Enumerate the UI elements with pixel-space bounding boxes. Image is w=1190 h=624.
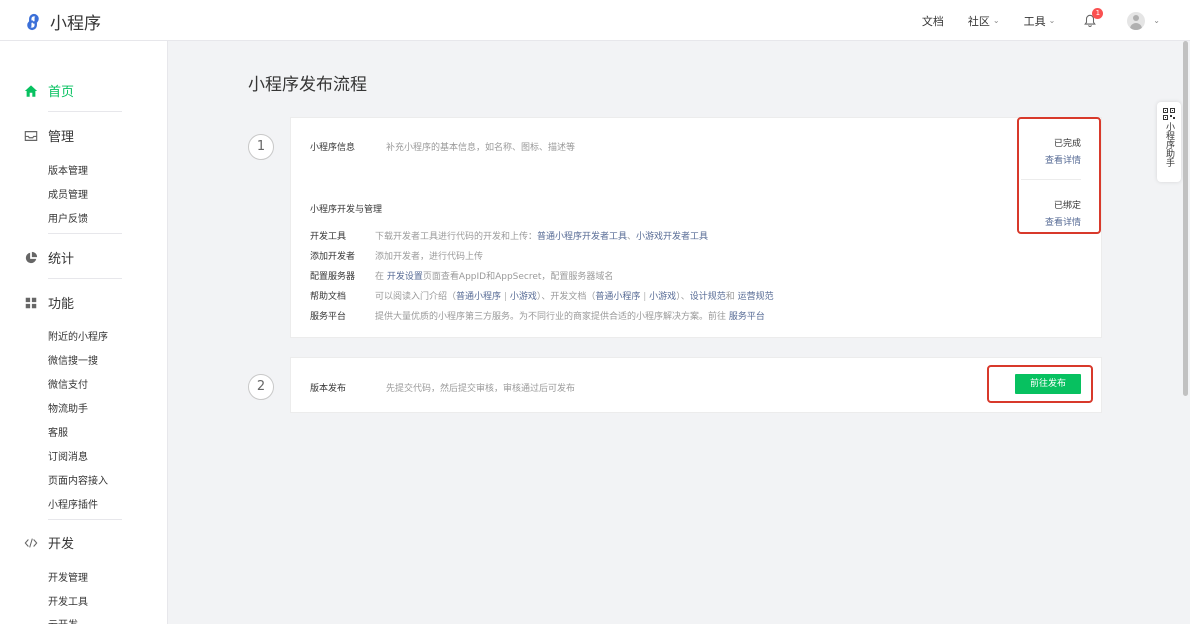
dev-manage-label: 小程序开发与管理 (310, 205, 383, 215)
top-header: 小程序 文档 社区 ⌄ 工具 ⌄ 1 ⌄ (0, 0, 1190, 41)
server-desc: 在 开发设置页面查看AppID和AppSecret，配置服务器域名 (375, 269, 613, 282)
logo-text: 小程序 (50, 14, 101, 34)
help-text: ）、开发文档（ (536, 292, 596, 302)
chevron-down-icon[interactable]: ⌄ (1153, 16, 1160, 25)
help-text: ）、 (676, 292, 690, 302)
divider (48, 519, 122, 520)
dev-tools-label: 开发工具 (310, 232, 347, 242)
chevron-down-icon: ⌄ (992, 16, 1000, 25)
intro-game-link[interactable]: 小游戏 (510, 292, 537, 302)
sidebar-group-features[interactable]: 功能 (24, 293, 74, 312)
service-desc: 提供大量优质的小程序第三方服务。为不同行业的商家提供合适的小程序解决方案。前往 … (375, 309, 765, 322)
scrollbar[interactable] (1183, 41, 1188, 396)
help-text: 和 (725, 292, 735, 302)
server-text-pre: 在 (375, 272, 385, 282)
home-icon (24, 84, 38, 97)
divider (48, 278, 122, 279)
release-desc: 先提交代码，然后提交审核，审核通过后可发布 (386, 384, 576, 394)
sidebar: 首页 管理 版本管理 成员管理 用户反馈 统计 功能 附近的小程序 微信搜一搜 … (0, 41, 168, 624)
assistant-label: 小程序助手 (1164, 122, 1174, 167)
sidebar-item-label: 统计 (48, 252, 75, 267)
intro-normal-link[interactable]: 普通小程序 (456, 292, 501, 302)
sidebar-item-members[interactable]: 成员管理 (48, 186, 88, 201)
divider (48, 111, 122, 112)
chevron-down-icon: ⌄ (1048, 16, 1056, 25)
nav-tools[interactable]: 工具 ⌄ (1024, 13, 1056, 29)
sidebar-item-dev-tools[interactable]: 开发工具 (48, 593, 88, 608)
step2-card: 版本发布 先提交代码，然后提交审核，审核通过后可发布 (290, 357, 1102, 413)
nav-community[interactable]: 社区 ⌄ (968, 13, 1000, 29)
sidebar-group-dev[interactable]: 开发 (24, 533, 74, 552)
sidebar-group-label: 功能 (48, 297, 75, 312)
miniprogram-logo-icon (27, 13, 39, 30)
server-label: 配置服务器 (310, 272, 356, 282)
sidebar-item-home[interactable]: 首页 (24, 81, 74, 100)
service-platform-link[interactable]: 服务平台 (729, 312, 765, 322)
sidebar-item-nearby[interactable]: 附近的小程序 (48, 328, 108, 343)
sidebar-item-cloud[interactable]: 云开发 (48, 616, 78, 624)
sidebar-item-version[interactable]: 版本管理 (48, 162, 88, 177)
add-dev-desc: 添加开发者，进行代码上传 (375, 252, 484, 262)
notification-bell[interactable]: 1 (1083, 7, 1104, 28)
separator: | (503, 292, 507, 302)
ops-spec-link[interactable]: 运营规范 (738, 292, 774, 302)
release-label: 版本发布 (310, 384, 347, 394)
help-text: 可以阅读入门介绍（ (375, 292, 457, 302)
nav-tools-label: 工具 (1023, 14, 1046, 28)
game-devtool-link[interactable]: 小游戏开发者工具 (636, 232, 708, 242)
dev-tools-text: 下载开发者工具进行代码的开发和上传： (375, 232, 538, 242)
inbox-icon (24, 130, 38, 141)
separator: 、 (627, 232, 637, 242)
qr-code-icon (1163, 108, 1175, 120)
sidebar-item-subscribe[interactable]: 订阅消息 (48, 448, 88, 463)
nav-docs[interactable]: 文档 (922, 13, 944, 29)
sidebar-group-label: 开发 (48, 537, 75, 552)
sidebar-item-content[interactable]: 页面内容接入 (48, 472, 108, 487)
code-icon (24, 537, 38, 548)
sidebar-item-search[interactable]: 微信搜一搜 (48, 352, 98, 367)
sidebar-group-manage[interactable]: 管理 (24, 126, 74, 145)
sidebar-group-label: 管理 (48, 130, 75, 145)
sidebar-item-stats[interactable]: 统计 (24, 248, 74, 267)
sidebar-item-label: 首页 (48, 85, 75, 100)
server-text-post: 页面查看AppID和AppSecret，配置服务器域名 (422, 272, 614, 282)
separator: | (643, 292, 647, 302)
docs-game-link[interactable]: 小游戏 (649, 292, 676, 302)
highlight-box-status (1017, 117, 1101, 234)
info-label: 小程序信息 (310, 143, 356, 153)
nav-docs-label: 文档 (921, 14, 944, 28)
miniprogram-assistant[interactable]: 小程序助手 (1157, 102, 1181, 182)
service-label: 服务平台 (310, 312, 347, 322)
step-number-1: 1 (248, 134, 274, 160)
normal-devtool-link[interactable]: 普通小程序开发者工具 (537, 232, 627, 242)
sidebar-item-dev-manage[interactable]: 开发管理 (48, 569, 88, 584)
design-spec-link[interactable]: 设计规范 (690, 292, 726, 302)
dev-settings-link[interactable]: 开发设置 (387, 272, 423, 282)
pie-chart-icon (25, 251, 38, 263)
divider (48, 233, 122, 234)
help-desc: 可以阅读入门介绍（普通小程序 | 小游戏）、开发文档（普通小程序 | 小游戏）、… (375, 289, 774, 302)
help-label: 帮助文档 (310, 292, 347, 302)
docs-normal-link[interactable]: 普通小程序 (595, 292, 640, 302)
sidebar-item-feedback[interactable]: 用户反馈 (48, 210, 88, 225)
info-desc: 补充小程序的基本信息，如名称、图标、描述等 (386, 143, 576, 153)
page-title: 小程序发布流程 (248, 75, 367, 95)
sidebar-item-service[interactable]: 客服 (48, 424, 68, 439)
sidebar-item-logistics[interactable]: 物流助手 (48, 400, 88, 415)
logo[interactable]: 小程序 (22, 9, 101, 34)
sidebar-item-plugins[interactable]: 小程序插件 (48, 496, 98, 511)
grid-icon (25, 297, 37, 308)
step-number-2: 2 (248, 374, 274, 400)
avatar[interactable] (1127, 11, 1146, 30)
top-nav: 文档 社区 ⌄ 工具 ⌄ 1 ⌄ (898, 0, 1160, 41)
notification-badge: 1 (1092, 7, 1104, 19)
highlight-box-release (987, 365, 1093, 403)
service-text: 提供大量优质的小程序第三方服务。为不同行业的商家提供合适的小程序解决方案。前往 (375, 312, 727, 322)
nav-community-label: 社区 (967, 14, 990, 28)
step1-card: 小程序信息 补充小程序的基本信息，如名称、图标、描述等 已完成 查看详情 小程序… (290, 117, 1102, 338)
dev-tools-desc: 下载开发者工具进行代码的开发和上传：普通小程序开发者工具、小游戏开发者工具 (375, 229, 708, 242)
add-dev-label: 添加开发者 (310, 252, 356, 262)
sidebar-item-pay[interactable]: 微信支付 (48, 376, 88, 391)
